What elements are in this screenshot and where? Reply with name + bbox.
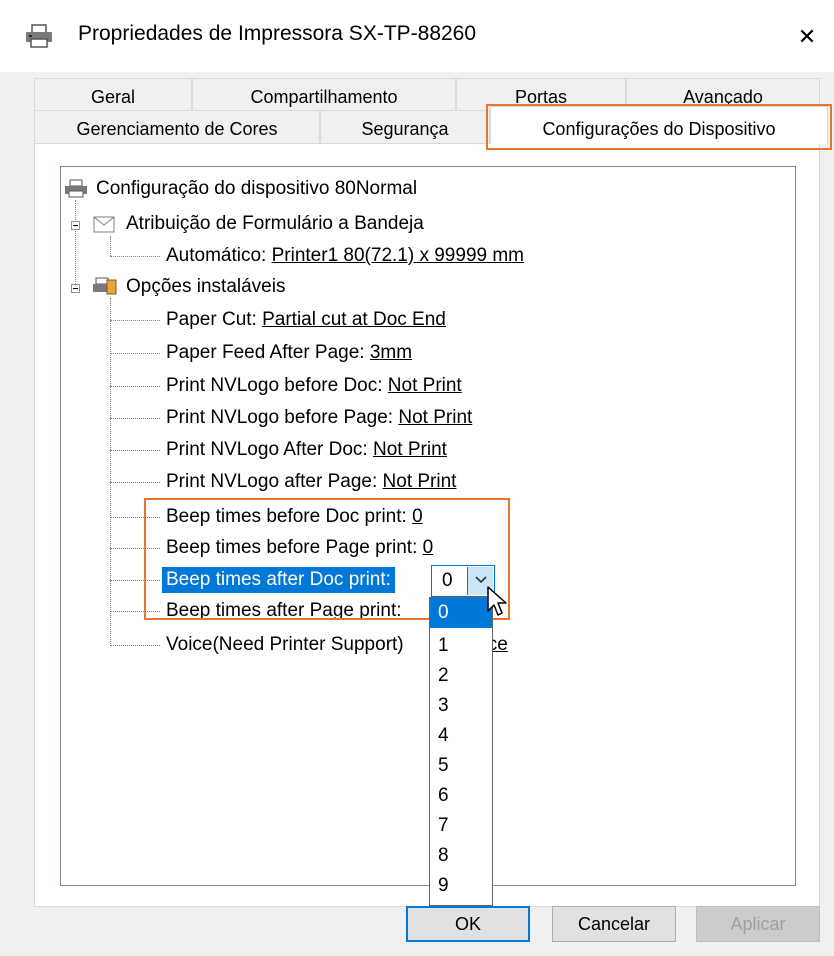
item-value[interactable]: Not Print <box>383 471 457 492</box>
option-label: 8 <box>438 845 449 866</box>
tab-label: Compartilhamento <box>250 87 398 107</box>
tree-connector <box>110 256 160 257</box>
cancel-button[interactable]: Cancelar <box>552 906 676 942</box>
tab-label: Gerenciamento de Cores <box>76 119 278 139</box>
dropdown-option[interactable]: 0 <box>430 598 492 628</box>
dropdown-option[interactable]: 5 <box>430 751 492 781</box>
item-key: Voice(Need Printer Support) <box>166 634 404 655</box>
tree-node-label: Atribuição de Formulário a Bandeja <box>126 213 424 234</box>
button-label: Cancelar <box>577 913 651 934</box>
tree-node-installable-options[interactable]: Opções instaláveis <box>126 274 285 300</box>
item-value[interactable]: Not Print <box>388 375 462 396</box>
option-label: 1 <box>438 635 449 656</box>
tree-item-automatico[interactable]: Automático: Printer1 80(72.1) x 99999 mm <box>166 243 524 269</box>
tree-connector <box>110 353 160 354</box>
item-value[interactable]: Not Print <box>398 407 472 428</box>
tab-compartilhamento[interactable]: Compartilhamento <box>192 78 456 112</box>
option-label: 5 <box>438 755 449 776</box>
active-tab-highlight <box>486 104 832 150</box>
item-value[interactable]: Not Print <box>373 439 447 460</box>
dropdown-option[interactable]: 2 <box>430 661 492 691</box>
tree-item-nvlogo-before-doc[interactable]: Print NVLogo before Doc: Not Print <box>166 373 462 399</box>
window-title: Propriedades de Impressora SX-TP-88260 <box>78 22 477 45</box>
item-key: Print NVLogo after Page: <box>166 471 378 492</box>
tree-item-nvlogo-after-doc[interactable]: Print NVLogo After Doc: Not Print <box>166 437 447 463</box>
tree-connector <box>110 450 160 451</box>
item-key: Print NVLogo before Doc: <box>166 375 383 396</box>
tree-connector <box>110 482 160 483</box>
tree-root-label: Configuração do dispositivo 80Normal <box>96 178 418 199</box>
mouse-cursor-icon <box>486 585 508 624</box>
item-key: Automático: <box>166 245 267 266</box>
combobox-dropdown-list[interactable]: 0 1 2 3 4 5 6 7 8 9 <box>429 597 493 906</box>
item-value[interactable]: 3mm <box>370 342 412 363</box>
button-label: Aplicar <box>730 913 786 934</box>
apply-button[interactable]: Aplicar <box>696 906 820 942</box>
close-icon: ✕ <box>797 24 817 49</box>
tab-label: Segurança <box>361 119 449 139</box>
dropdown-option[interactable]: 6 <box>430 781 492 811</box>
collapse-toggle[interactable] <box>71 284 80 293</box>
tree-item-paper-feed[interactable]: Paper Feed After Page: 3mm <box>166 340 412 366</box>
tree-item-nvlogo-after-page[interactable]: Print NVLogo after Page: Not Print <box>166 469 456 495</box>
item-key: Print NVLogo before Page: <box>166 407 394 428</box>
printer-icon <box>64 179 88 204</box>
ok-button[interactable]: OK <box>406 906 530 942</box>
dropdown-option[interactable]: 9 <box>430 871 492 901</box>
dropdown-option[interactable]: 1 <box>430 631 492 661</box>
tree-connector <box>75 200 76 288</box>
tree-node-label: Opções instaláveis <box>126 276 286 297</box>
option-label: 2 <box>438 665 449 686</box>
installable-options-icon <box>92 276 118 303</box>
option-label: 0 <box>438 602 449 623</box>
tree-connector <box>110 645 160 646</box>
dropdown-option[interactable]: 8 <box>430 841 492 871</box>
item-value[interactable]: Partial cut at Doc End <box>262 309 446 330</box>
tree-node-form-assignment[interactable]: Atribuição de Formulário a Bandeja <box>126 211 424 237</box>
item-key: Print NVLogo After Doc: <box>166 439 368 460</box>
collapse-toggle[interactable] <box>71 221 80 230</box>
tree-root[interactable]: Configuração do dispositivo 80Normal <box>96 176 417 202</box>
close-button[interactable]: ✕ <box>784 14 830 60</box>
tab-label: Geral <box>90 87 135 107</box>
option-label: 9 <box>438 875 449 896</box>
tree-connector <box>110 320 160 321</box>
dropdown-option[interactable]: 7 <box>430 811 492 841</box>
combobox-value: 0 <box>442 570 453 591</box>
tree-connector <box>110 236 111 256</box>
item-value[interactable]: Printer1 80(72.1) x 99999 mm <box>272 245 524 266</box>
tab-seguranca[interactable]: Segurança <box>320 110 490 144</box>
tree-connector <box>110 298 111 646</box>
option-label: 4 <box>438 725 449 746</box>
option-label: 3 <box>438 695 449 716</box>
dropdown-option[interactable]: 4 <box>430 721 492 751</box>
button-label: OK <box>454 913 481 934</box>
dropdown-option[interactable]: 3 <box>430 691 492 721</box>
tab-gerenciamento-de-cores[interactable]: Gerenciamento de Cores <box>34 110 320 144</box>
option-label: 7 <box>438 815 449 836</box>
item-key: Paper Cut: <box>166 309 257 330</box>
option-label: 6 <box>438 785 449 806</box>
tree-connector <box>110 418 160 419</box>
printer-icon <box>24 24 54 53</box>
item-key: Paper Feed After Page: <box>166 342 365 363</box>
title-bar: Propriedades de Impressora SX-TP-88260 ✕ <box>0 0 834 72</box>
tab-geral[interactable]: Geral <box>34 78 192 112</box>
tree-connector <box>110 386 160 387</box>
tree-item-paper-cut[interactable]: Paper Cut: Partial cut at Doc End <box>166 307 446 333</box>
form-icon <box>92 213 118 240</box>
tree-item-nvlogo-before-page[interactable]: Print NVLogo before Page: Not Print <box>166 405 472 431</box>
